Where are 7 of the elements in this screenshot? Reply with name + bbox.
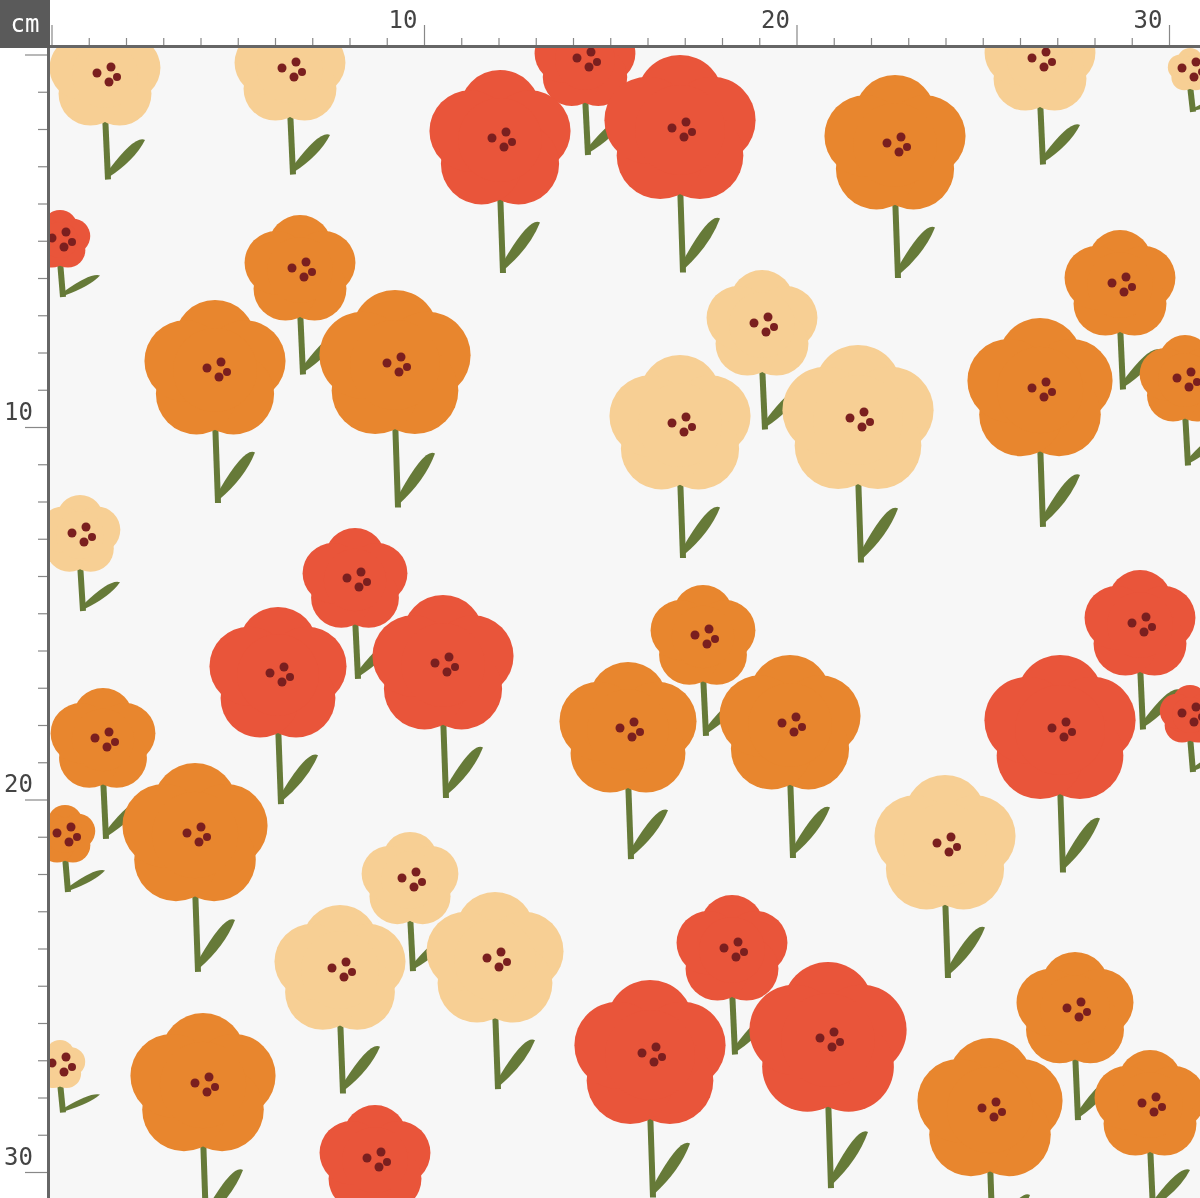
ruler-label: 30 bbox=[4, 1144, 33, 1169]
ruler-label: 10 bbox=[388, 8, 418, 32]
unit-label: cm bbox=[0, 0, 50, 48]
ruler-label: 30 bbox=[1133, 8, 1163, 32]
ruler-label: 10 bbox=[4, 399, 33, 424]
ruler-label: 20 bbox=[4, 772, 33, 796]
ruler-label: 20 bbox=[761, 8, 790, 32]
